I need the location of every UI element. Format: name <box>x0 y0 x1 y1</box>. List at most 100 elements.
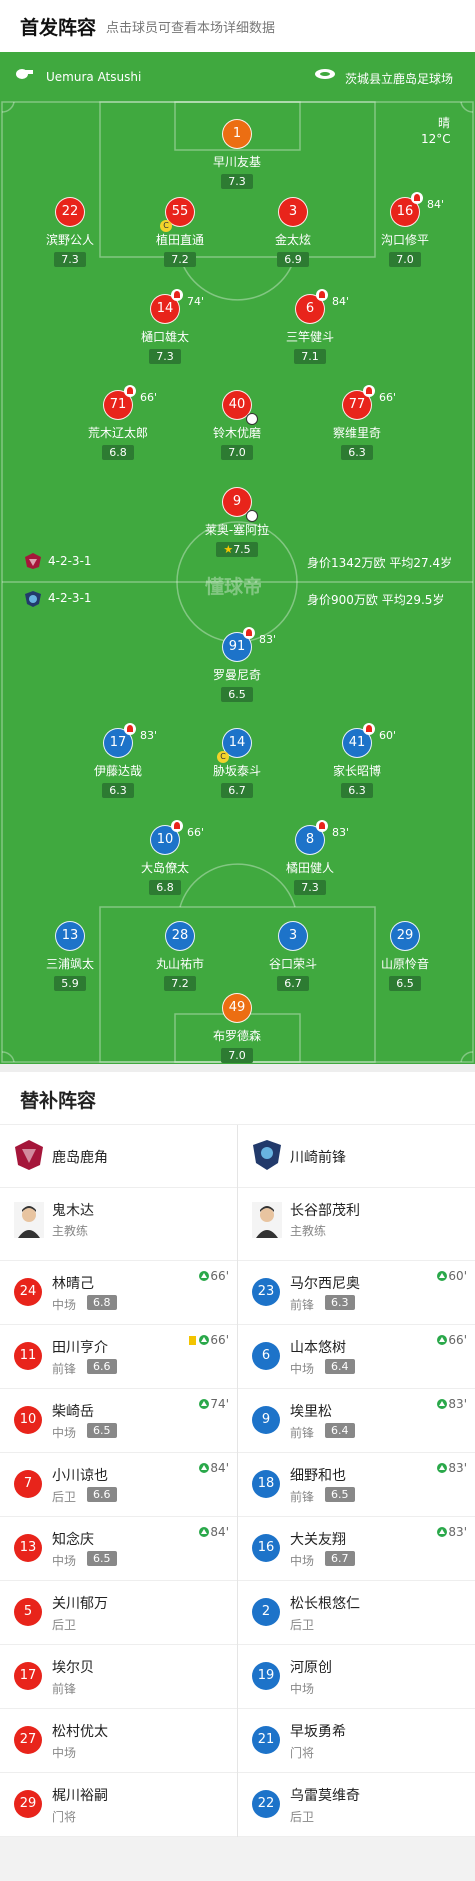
sub-in-arrow-icon <box>437 1335 448 1345</box>
pitch-player[interactable]: 40 铃木优磨 7.0 <box>182 390 292 460</box>
sub-minute: 66' <box>140 391 158 404</box>
away-coach-row[interactable]: 长谷部茂利 主教练 <box>238 1188 475 1261</box>
sub-number: 24 <box>14 1278 42 1306</box>
rating-value: 6.8 <box>156 881 174 894</box>
sub-player-row[interactable]: 27 松村优太 中场 <box>0 1709 237 1773</box>
lineup-header: 首发阵容 点击球员可查看本场详细数据 <box>0 0 475 52</box>
player-rating: 7.3 <box>294 880 326 895</box>
watermark-logo: 懂球帝 <box>205 576 263 598</box>
whistle-icon <box>14 68 34 83</box>
pitch-player[interactable]: 6 84' 三竿健斗 7.1 <box>255 289 365 364</box>
pitch-player[interactable]: 17 83' 伊藤达哉 6.3 <box>63 723 173 798</box>
pitch-player[interactable]: 22 滨野公人 7.3 <box>15 197 125 267</box>
sub-player-row[interactable]: 18 细野和也 前锋 6.5 83' <box>238 1453 475 1517</box>
sub-position: 前锋 <box>52 1682 77 1696</box>
pitch-player[interactable]: 41 60' 家长昭博 6.3 <box>302 723 412 798</box>
sub-in-minute: 66' <box>448 1333 467 1347</box>
player-rating: 7.2 <box>164 976 196 991</box>
sub-player-row[interactable]: 6 山本悠树 中场 6.4 66' <box>238 1325 475 1389</box>
sub-in-time: 83' <box>437 1525 467 1539</box>
sub-in-arrow-icon <box>199 1399 210 1409</box>
pitch-player[interactable]: 13 三浦飒太 5.9 <box>15 921 125 991</box>
sub-position: 中场 <box>52 1554 77 1568</box>
sub-player-row[interactable]: 11 田川亨介 前锋 6.6 66' <box>0 1325 237 1389</box>
sub-name: 松长根悠仁 <box>290 1596 360 1612</box>
pitch-player[interactable]: 71 66' 荒木辽太郎 6.8 <box>63 385 173 460</box>
sub-player-row[interactable]: 9 埃里松 前锋 6.4 83' <box>238 1389 475 1453</box>
sub-number: 19 <box>252 1662 280 1690</box>
rating-value: 7.3 <box>156 350 174 363</box>
rating-value: 6.8 <box>109 446 127 459</box>
sub-minute: 83' <box>332 826 350 839</box>
sub-position: 后卫 <box>290 1618 315 1632</box>
pitch-player[interactable]: 14 74' 樋口雄太 7.3 <box>110 289 220 364</box>
rating-value: 7.0 <box>396 253 414 266</box>
pitch-player[interactable]: 49 布罗德森 7.0 <box>182 993 292 1063</box>
sub-player-row[interactable]: 5 关川郁万 后卫 <box>0 1581 237 1645</box>
sub-player-row[interactable]: 7 小川谅也 后卫 6.6 84' <box>0 1453 237 1517</box>
sub-position: 后卫 <box>290 1810 315 1824</box>
pitch-player[interactable]: 29 山原怜音 6.5 <box>350 921 460 991</box>
sub-player-row[interactable]: 23 马尔西尼奥 前锋 6.3 60' <box>238 1261 475 1325</box>
sub-player-row[interactable]: 24 林晴己 中场 6.8 66' <box>0 1261 237 1325</box>
rating-value: 6.5 <box>396 977 414 990</box>
sub-number: 29 <box>14 1790 42 1818</box>
sub-number: 23 <box>252 1278 280 1306</box>
rating-value: 7.2 <box>171 253 189 266</box>
stadium-name: 茨城县立鹿岛足球场 <box>345 72 454 86</box>
pitch-player[interactable]: 16 84' 沟口修平 7.0 <box>350 192 460 267</box>
player-name: 布罗德森 <box>212 1029 261 1043</box>
sub-off-icon <box>316 289 328 301</box>
away-team-row[interactable]: 川崎前锋 <box>238 1125 475 1188</box>
rating-value: 6.7 <box>228 784 246 797</box>
sub-player-row[interactable]: 17 埃尔贝 前锋 <box>0 1645 237 1709</box>
player-number: 55 C <box>160 197 195 232</box>
subs-columns: 鹿岛鹿角 鬼木达 主教练 24 林晴己 中场 6.8 66' 11 田川亨介 前锋 6.6 66'… <box>0 1124 475 1837</box>
player-name: 植田直通 <box>155 233 204 247</box>
player-rating: 6.9 <box>277 252 309 267</box>
pitch-player[interactable]: 55 C 植田直通 7.2 <box>125 197 235 267</box>
player-name: 胁坂泰斗 <box>212 764 261 778</box>
home-summary: 身价1342万欧 平均27.4岁 <box>307 556 453 570</box>
sub-name: 松村优太 <box>52 1724 108 1740</box>
sub-player-row[interactable]: 2 松长根悠仁 后卫 <box>238 1581 475 1645</box>
pitch-player[interactable]: 3 金太炫 6.9 <box>238 197 348 267</box>
sub-rating: 6.4 <box>325 1359 355 1374</box>
sub-name: 埃尔贝 <box>52 1660 94 1676</box>
sub-player-row[interactable]: 29 梶川裕嗣 门将 <box>0 1773 237 1837</box>
pitch-player[interactable]: 77 66' 察维里奇 6.3 <box>302 385 412 460</box>
sub-player-row[interactable]: 19 河原创 中场 <box>238 1645 475 1709</box>
player-rating: 6.3 <box>341 445 373 460</box>
page-footer <box>0 1837 475 1881</box>
sub-minute: 84' <box>427 198 445 211</box>
sub-player-row[interactable]: 16 大关友翔 中场 6.7 83' <box>238 1517 475 1581</box>
sub-name: 关川郁万 <box>52 1596 108 1612</box>
sub-rating: 6.5 <box>325 1487 355 1502</box>
lineup-subtitle: 点击球员可查看本场详细数据 <box>106 21 276 36</box>
sub-player-row[interactable]: 22 乌雷莫维奇 后卫 <box>238 1773 475 1837</box>
rating-value: 7.3 <box>301 881 319 894</box>
sub-number: 11 <box>14 1342 42 1370</box>
player-name: 橘田健人 <box>285 861 334 875</box>
sub-player-row[interactable]: 21 早坂勇希 门将 <box>238 1709 475 1773</box>
sub-in-minute: 83' <box>448 1461 467 1475</box>
player-name: 莱奥-塞阿拉 <box>204 523 270 537</box>
pitch-player[interactable]: 9 莱奥-塞阿拉 ★7.5 <box>182 487 292 557</box>
home-coach-row[interactable]: 鬼木达 主教练 <box>0 1188 237 1261</box>
pitch-player[interactable]: 3 谷口荣斗 6.7 <box>238 921 348 991</box>
sub-name: 大关友翔 <box>290 1532 346 1548</box>
temperature: 12°C <box>421 132 451 146</box>
player-name: 荒木辽太郎 <box>87 426 148 440</box>
stadium-icon <box>314 68 336 83</box>
pitch-player[interactable]: 1 早川友基 7.3 <box>182 119 292 189</box>
sub-player-row[interactable]: 10 柴崎岳 中场 6.5 74' <box>0 1389 237 1453</box>
pitch-player[interactable]: 14 C 胁坂泰斗 6.7 <box>182 728 292 798</box>
player-number: 17 83' <box>103 723 157 758</box>
pitch-player[interactable]: 91 83' 罗曼尼奇 6.5 <box>182 627 292 702</box>
pitch-player[interactable]: 28 丸山祐市 7.2 <box>125 921 235 991</box>
pitch-player[interactable]: 10 66' 大岛僚太 6.8 <box>110 820 220 895</box>
pitch-player[interactable]: 8 83' 橘田健人 7.3 <box>255 820 365 895</box>
player-name: 大岛僚太 <box>140 861 189 875</box>
home-team-row[interactable]: 鹿岛鹿角 <box>0 1125 237 1188</box>
sub-player-row[interactable]: 13 知念庆 中场 6.5 84' <box>0 1517 237 1581</box>
